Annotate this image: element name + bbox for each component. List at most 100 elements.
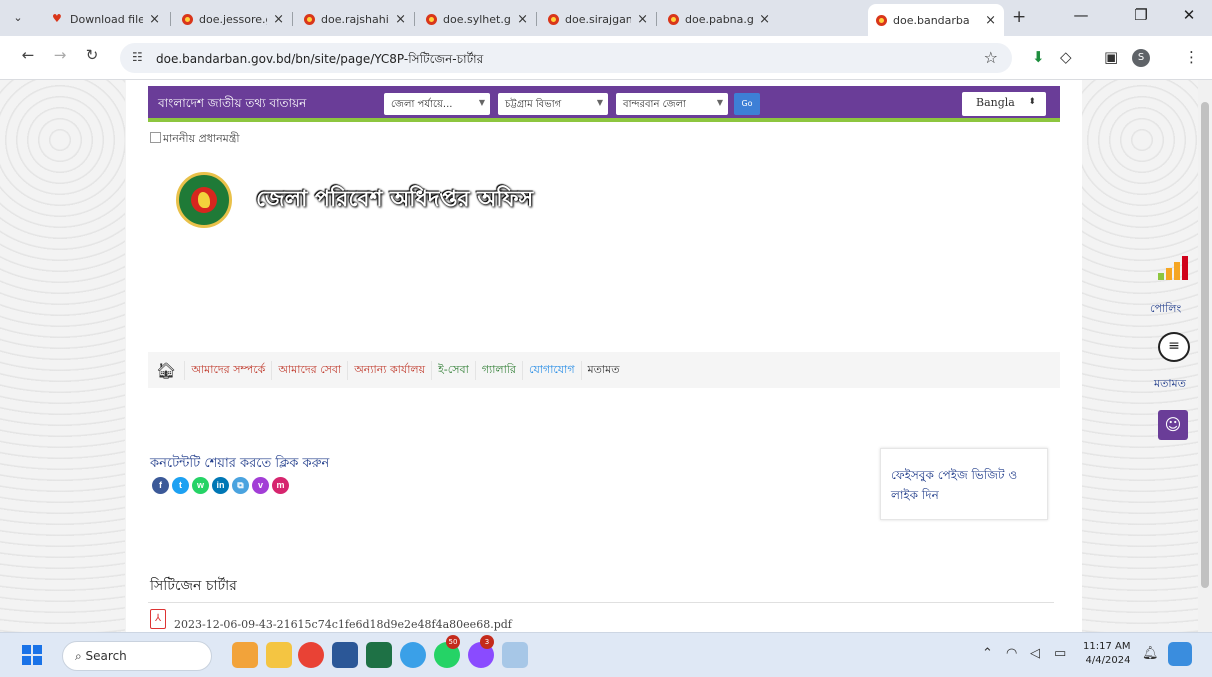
nav-item[interactable]: আমাদের সেবা xyxy=(271,360,347,380)
nav-item[interactable]: গ্যালারি xyxy=(474,360,522,380)
go-button[interactable]: Go xyxy=(734,93,760,115)
tab-title: doe.rajshahi.g xyxy=(321,12,389,26)
feedback-chat-icon[interactable]: ≡ xyxy=(1158,332,1190,362)
scrollbar-thumb[interactable] xyxy=(1201,102,1209,588)
battery-icon[interactable]: ▭ xyxy=(1054,646,1066,661)
site-icon xyxy=(548,13,559,25)
pdf-file-icon[interactable]: ⅄ xyxy=(150,609,166,629)
feedback-label[interactable]: মতামত xyxy=(1154,375,1186,394)
facebook-box-text[interactable]: ফেইসবুক পেইজ ভিজিট ও লাইক দিন xyxy=(891,468,1017,502)
district-select[interactable]: বান্দরবান জেলা ▼ xyxy=(616,93,728,115)
messenger-badge: 3 xyxy=(480,635,494,649)
forward-button[interactable]: → xyxy=(48,46,72,64)
facebook-page-box[interactable]: ফেইসবুক পেইজ ভিজিট ও লাইক দিন xyxy=(880,448,1048,520)
divider xyxy=(148,602,1054,603)
site-icon xyxy=(304,13,315,25)
widgets-app-icon[interactable] xyxy=(232,642,258,668)
extensions-icon[interactable]: ◇ xyxy=(1060,48,1072,66)
back-button[interactable]: ← xyxy=(16,46,40,64)
wifi-icon[interactable]: ◠ xyxy=(1006,646,1017,661)
download-icon[interactable]: ⬇ xyxy=(1032,48,1045,66)
browser-menu-icon[interactable]: ⋮ xyxy=(1184,48,1199,66)
pdf-file-link[interactable]: 2023-12-06-09-43-21615c74c1fe6d18d9e2e48… xyxy=(174,618,512,631)
accessibility-icon[interactable]: ☺ xyxy=(1158,410,1188,440)
close-tab-icon[interactable]: × xyxy=(637,12,648,27)
messenger-icon[interactable]: m xyxy=(272,477,289,494)
notification-bell-icon[interactable]: 🔔︎ xyxy=(1142,646,1159,661)
site-info-icon[interactable]: ☷ xyxy=(132,50,143,64)
whatsapp-icon[interactable]: w xyxy=(192,477,209,494)
portal-title[interactable]: বাংলাদেশ জাতীয় তথ্য বাতায়ন xyxy=(158,95,306,115)
browser-tab[interactable]: ♥ Download file × xyxy=(44,6,168,32)
tab-separator xyxy=(292,12,293,26)
bookmark-star-icon[interactable]: ☆ xyxy=(984,48,998,67)
viber-icon[interactable]: v xyxy=(252,477,269,494)
linkedin-icon[interactable]: in xyxy=(212,477,229,494)
close-tab-icon[interactable]: × xyxy=(149,12,160,27)
close-tab-icon[interactable]: × xyxy=(517,12,528,27)
minimize-button[interactable]: — xyxy=(1066,6,1096,24)
restore-button[interactable]: ❐ xyxy=(1126,6,1156,24)
file-explorer-icon[interactable] xyxy=(266,642,292,668)
browser-tab[interactable]: doe.bandarba × xyxy=(868,4,1004,36)
nav-item[interactable]: মতামত xyxy=(580,360,626,380)
chrome-icon[interactable] xyxy=(298,642,324,668)
home-icon[interactable]: 🏠︎ xyxy=(156,361,176,380)
side-panel-icon[interactable]: ▣ xyxy=(1104,48,1118,66)
site-icon xyxy=(668,13,679,25)
profile-avatar-icon[interactable]: S xyxy=(1132,49,1150,67)
browser-tab[interactable]: doe.jessore.g × xyxy=(174,6,292,32)
address-bar[interactable]: ☷ doe.bandarban.gov.bd/bn/site/page/YC8P… xyxy=(120,43,1012,73)
taskbar-clock[interactable]: 11:17 AM 4/4/2024 xyxy=(1083,640,1130,668)
level-select[interactable]: জেলা পর্যায়ে... ▼ xyxy=(384,93,490,115)
browser-toolbar: ← → ↻ ☷ doe.bandarban.gov.bd/bn/site/pag… xyxy=(0,36,1212,80)
close-tab-icon[interactable]: × xyxy=(395,12,406,27)
copy-link-icon[interactable]: ⧉ xyxy=(232,477,249,494)
banner-image-alt: মাননীয় প্রধানমন্ত্রী xyxy=(150,130,240,149)
close-tab-icon[interactable]: × xyxy=(759,12,770,27)
browser-tab[interactable]: doe.pabna.go × xyxy=(660,6,778,32)
reload-button[interactable]: ↻ xyxy=(80,46,104,64)
browser-tab[interactable]: doe.rajshahi.g × xyxy=(296,6,414,32)
decorative-pattern-left xyxy=(0,80,125,632)
division-select[interactable]: চট্টগ্রাম বিভাগ ▼ xyxy=(498,93,608,115)
twitter-icon[interactable]: t xyxy=(172,477,189,494)
tab-title: doe.bandarba xyxy=(893,13,970,27)
tab-title: doe.sirajganj. xyxy=(565,12,632,26)
nav-item[interactable]: আমাদের সম্পর্কে xyxy=(184,360,271,380)
volume-icon[interactable]: ◁ xyxy=(1030,646,1040,661)
poll-label[interactable]: পোলিং xyxy=(1150,300,1181,319)
browser-tab[interactable]: doe.sirajganj. × xyxy=(540,6,656,32)
new-tab-button[interactable]: + xyxy=(1012,7,1026,27)
language-select[interactable]: Bangla ⬍ xyxy=(962,92,1046,116)
site-icon xyxy=(876,14,887,26)
close-window-button[interactable]: ✕ xyxy=(1174,6,1204,24)
page-scrollbar[interactable] xyxy=(1198,80,1212,632)
site-title: জেলা পরিবেশ অধিদপ্তর অফিস xyxy=(256,187,534,212)
browser-tab[interactable]: doe.sylhet.gov × xyxy=(418,6,536,32)
tab-title: Download file xyxy=(70,12,144,26)
nav-item[interactable]: ই-সেবা xyxy=(431,360,475,380)
main-navigation: 🏠︎ আমাদের সম্পর্কে আমাদের সেবা অন্যান্য কা… xyxy=(148,352,1060,388)
close-tab-icon[interactable]: × xyxy=(985,13,996,28)
taskbar-search[interactable]: ⌕ Search xyxy=(62,641,212,671)
tab-title: doe.sylhet.gov xyxy=(443,12,511,26)
tab-search-icon[interactable]: ⌄ xyxy=(8,9,28,27)
url-text[interactable]: doe.bandarban.gov.bd/bn/site/page/YC8P-স… xyxy=(156,51,483,71)
decorative-pattern-right xyxy=(1082,80,1207,632)
nav-item[interactable]: যোগাযোগ xyxy=(522,360,581,380)
close-tab-icon[interactable]: × xyxy=(273,12,284,27)
edge-icon[interactable] xyxy=(400,642,426,668)
word-icon[interactable] xyxy=(332,642,358,668)
facebook-icon[interactable]: f xyxy=(152,477,169,494)
windows-start-icon[interactable] xyxy=(22,645,42,665)
show-hidden-icons[interactable]: ⌃ xyxy=(982,646,993,661)
poll-chart-icon[interactable] xyxy=(1158,256,1192,280)
page-main-container: বাংলাদেশ জাতীয় তথ্য বাতায়ন জেলা পর্যায… xyxy=(126,80,1082,632)
excel-icon[interactable] xyxy=(366,642,392,668)
copilot-icon[interactable] xyxy=(1168,642,1192,666)
nav-item[interactable]: অন্যান্য কার্যালয় xyxy=(347,360,431,380)
windows-taskbar: ⌕ Search 50 3 ⌃ ◠ ◁ ▭ 11:17 AM 4/4/2024 … xyxy=(0,632,1212,677)
site-icon xyxy=(426,13,437,25)
notepad-icon[interactable] xyxy=(502,642,528,668)
